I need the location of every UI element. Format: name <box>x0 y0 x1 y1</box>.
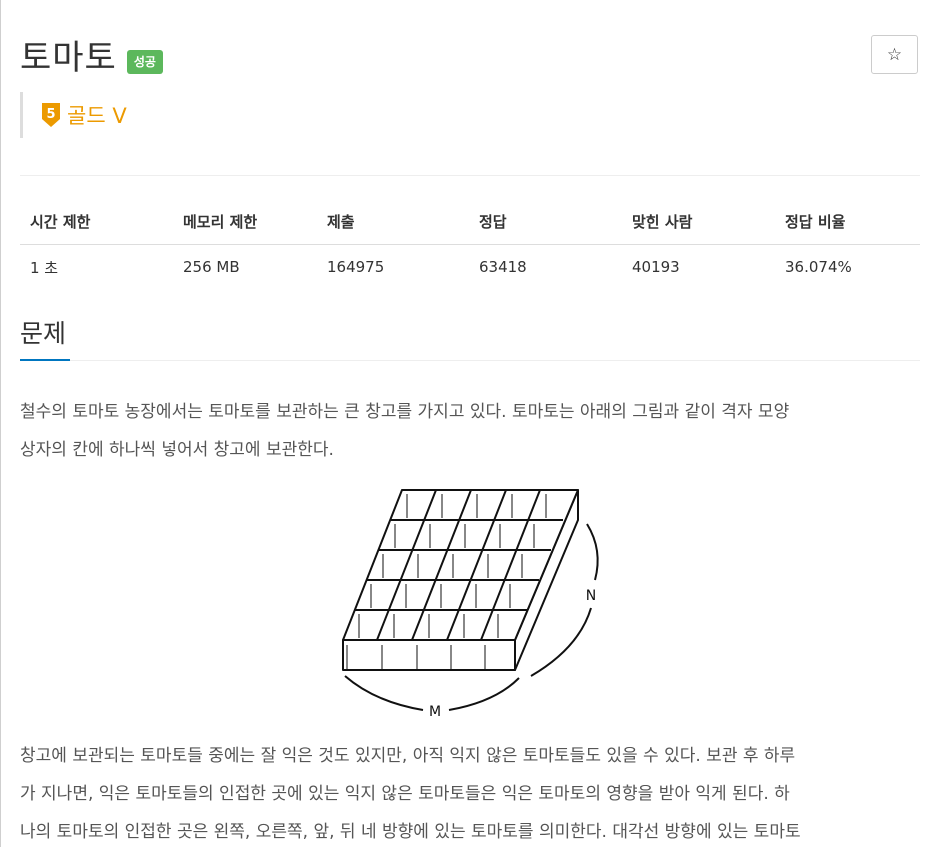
paragraph-1-line-1: 철수의 토마토 농장에서는 토마토를 보관하는 큰 창고를 가지고 있다. 토마… <box>20 402 790 422</box>
info-header-ratio: 정답 비율 <box>775 198 920 245</box>
info-header-memory: 메모리 제한 <box>173 198 317 245</box>
info-header-solvers: 맞힌 사람 <box>622 198 775 245</box>
star-button[interactable]: ☆ <box>871 35 918 74</box>
problem-paragraph-2: 창고에 보관되는 토마토들 중에는 잘 익은 것도 있지만, 아직 익지 않은 … <box>20 737 920 851</box>
info-value-time: 1 초 <box>30 258 59 277</box>
paragraph-2-line-2: 가 지나면, 익은 토마토들의 인접한 곳에 있는 익지 않은 토마토들은 익은… <box>20 784 790 804</box>
section-title-problem: 문제 <box>20 319 67 348</box>
info-value-accepted[interactable]: 63418 <box>469 245 622 290</box>
info-header-accepted: 정답 <box>469 198 622 245</box>
info-header-row: 시간 제한 메모리 제한 제출 정답 맞힌 사람 정답 비율 <box>20 198 920 245</box>
section-divider <box>20 360 920 361</box>
status-badge: 성공 <box>126 50 163 74</box>
info-value-ratio: 36.074% <box>785 258 852 276</box>
paragraph-1-line-2: 상자의 칸에 하나씩 넣어서 창고에 보관한다. <box>20 440 334 460</box>
header-divider <box>20 175 920 176</box>
info-header-time: 시간 제한 <box>20 198 173 245</box>
tomato-box-illustration: M N <box>342 489 599 720</box>
problem-header: 토마토 성공 <box>20 30 163 86</box>
paragraph-2-line-1: 창고에 보관되는 토마토들 중에는 잘 익은 것도 있지만, 아직 익지 않은 … <box>20 746 796 766</box>
paragraph-2-line-3: 나의 토마토의 인접한 곳은 왼쪽, 오른쪽, 앞, 뒤 네 방향에 있는 토마… <box>20 822 801 842</box>
figure-label-m: M <box>429 704 441 720</box>
tomato-box-figure: M N <box>335 480 605 725</box>
section-accent-bar <box>20 359 70 361</box>
info-value-memory: 256 MB <box>183 258 240 276</box>
problem-paragraph-1: 철수의 토마토 농장에서는 토마토를 보관하는 큰 창고를 가지고 있다. 토마… <box>20 393 920 469</box>
left-border <box>0 0 1 847</box>
tier-label[interactable]: 골드 V <box>67 100 127 130</box>
problem-info-table: 시간 제한 메모리 제한 제출 정답 맞힌 사람 정답 비율 1 초 256 M… <box>20 198 920 289</box>
tier-number: 5 <box>46 107 55 122</box>
info-value-submissions[interactable]: 164975 <box>317 245 469 290</box>
tier-shield-icon: 5 <box>41 102 61 128</box>
info-header-submissions: 제출 <box>317 198 469 245</box>
tier-block: 5 골드 V <box>20 92 127 138</box>
star-icon: ☆ <box>886 44 903 65</box>
info-value-solvers[interactable]: 40193 <box>622 245 775 290</box>
figure-label-n: N <box>586 588 596 604</box>
info-value-row: 1 초 256 MB 164975 63418 40193 36.074% <box>20 245 920 290</box>
problem-title: 토마토 <box>20 38 117 78</box>
